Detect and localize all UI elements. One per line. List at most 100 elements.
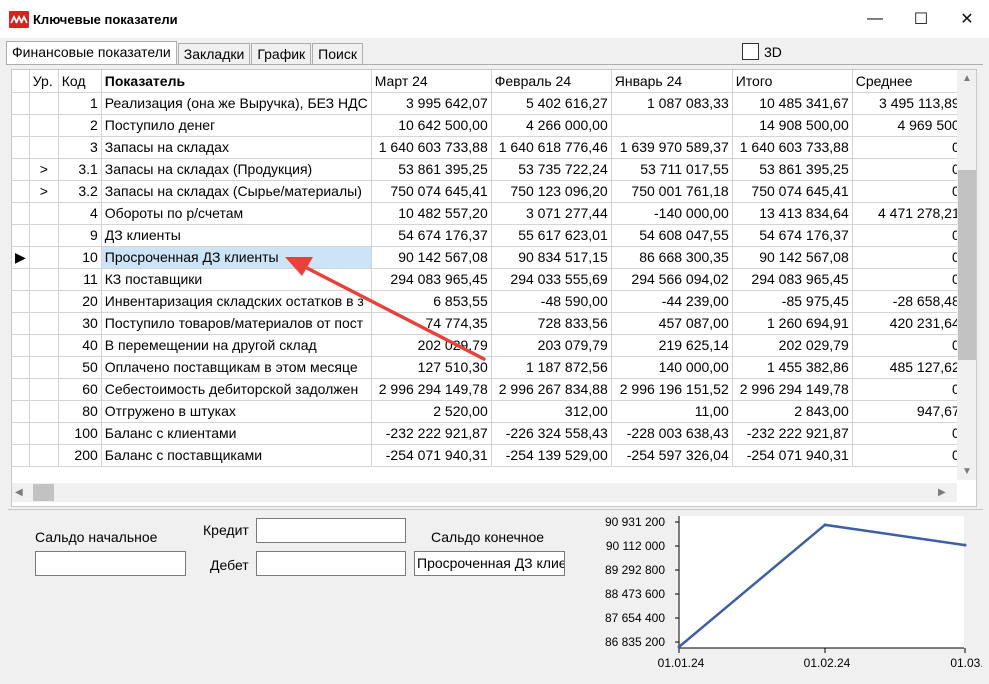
indicator-name-cell[interactable]: Поступило денег	[101, 114, 372, 137]
table-row[interactable]: >3.1 Запасы на складах (Продукция) 53 861 …	[12, 158, 964, 181]
scroll-up-icon[interactable]: ▲	[962, 73, 972, 84]
january-value-cell[interactable]	[611, 114, 733, 137]
march-value-cell[interactable]: 2 996 294 149,78	[371, 378, 492, 401]
indicator-name-cell[interactable]: Просроченная ДЗ клиенты	[101, 246, 372, 269]
total-value-cell[interactable]: 10 485 341,67	[732, 92, 853, 115]
code-cell[interactable]: 10	[58, 246, 102, 269]
total-value-cell[interactable]: 54 674 176,37	[732, 224, 853, 247]
table-row[interactable]: 2 Поступило денег 10 642 500,00 4 266 000,0…	[12, 114, 964, 137]
march-value-cell[interactable]: 54 674 176,37	[371, 224, 492, 247]
level-cell[interactable]	[29, 400, 59, 423]
average-value-cell[interactable]: 0	[852, 378, 964, 401]
total-value-cell[interactable]: 202 029,79	[732, 334, 853, 357]
level-cell[interactable]	[29, 246, 59, 269]
code-cell[interactable]: 1	[58, 92, 102, 115]
march-value-cell[interactable]: 127 510,30	[371, 356, 492, 379]
march-value-cell[interactable]: 6 853,55	[371, 290, 492, 313]
average-value-cell[interactable]: 0	[852, 158, 964, 181]
february-value-cell[interactable]: 1 187 872,56	[491, 356, 612, 379]
indicator-name-cell[interactable]: Инвентаризация складских остатков в з	[101, 290, 372, 313]
level-cell[interactable]	[29, 202, 59, 225]
table-row[interactable]: 4 Обороты по р/счетам 10 482 557,20 3 071 2…	[12, 202, 964, 225]
february-value-cell[interactable]: 4 266 000,00	[491, 114, 612, 137]
march-value-cell[interactable]: 294 083 965,45	[371, 268, 492, 291]
level-cell[interactable]	[29, 356, 59, 379]
level-cell[interactable]	[29, 136, 59, 159]
code-cell[interactable]: 3.2	[58, 180, 102, 203]
january-value-cell[interactable]: 750 001 761,18	[611, 180, 733, 203]
indicator-name-cell[interactable]: Оплачено поставщикам в этом месяце	[101, 356, 372, 379]
average-value-cell[interactable]: 0	[852, 268, 964, 291]
code-cell[interactable]: 11	[58, 268, 102, 291]
indicator-name-cell[interactable]: Поступило товаров/материалов от пост	[101, 312, 372, 335]
scroll-left-icon[interactable]: ◀	[15, 487, 23, 498]
table-row[interactable]: 40 В перемещении на другой склад 202 029,7…	[12, 334, 964, 357]
total-value-cell[interactable]: -232 222 921,87	[732, 422, 853, 445]
march-value-cell[interactable]: 90 142 567,08	[371, 246, 492, 269]
january-value-cell[interactable]: -44 239,00	[611, 290, 733, 313]
code-cell[interactable]: 60	[58, 378, 102, 401]
indicator-name-cell[interactable]: Себестоимость дебиторской задолжен	[101, 378, 372, 401]
march-value-cell[interactable]: 2 520,00	[371, 400, 492, 423]
february-value-cell[interactable]: 294 033 555,69	[491, 268, 612, 291]
february-value-cell[interactable]: 5 402 616,27	[491, 92, 612, 115]
january-value-cell[interactable]: 457 087,00	[611, 312, 733, 335]
header-total[interactable]: Итого	[732, 70, 853, 93]
february-value-cell[interactable]: 312,00	[491, 400, 612, 423]
saldo-start-field[interactable]	[35, 551, 186, 576]
indicator-name-cell[interactable]: КЗ поставщики	[101, 268, 372, 291]
february-value-cell[interactable]: 1 640 618 776,46	[491, 136, 612, 159]
total-value-cell[interactable]: 1 260 694,91	[732, 312, 853, 335]
total-value-cell[interactable]: 750 074 645,41	[732, 180, 853, 203]
january-value-cell[interactable]: 11,00	[611, 400, 733, 423]
average-value-cell[interactable]: 3 495 113,89	[852, 92, 964, 115]
total-value-cell[interactable]: 1 455 382,86	[732, 356, 853, 379]
table-row[interactable]: 20 Инвентаризация складских остатков в з6…	[12, 290, 964, 313]
tab-bookmarks[interactable]: Закладки	[177, 43, 251, 64]
average-value-cell[interactable]: 0	[852, 180, 964, 203]
level-cell[interactable]	[29, 290, 59, 313]
average-value-cell[interactable]: 0	[852, 444, 964, 467]
total-value-cell[interactable]: 1 640 603 733,88	[732, 136, 853, 159]
header-average[interactable]: Среднее	[852, 70, 964, 93]
level-cell[interactable]: >	[29, 180, 59, 203]
january-value-cell[interactable]: 54 608 047,55	[611, 224, 733, 247]
average-value-cell[interactable]: 4 471 278,21	[852, 202, 964, 225]
indicator-name-cell[interactable]: Запасы на складах (Сырье/материалы)	[101, 180, 372, 203]
average-value-cell[interactable]: 0	[852, 136, 964, 159]
horizontal-scroll-thumb[interactable]	[33, 484, 54, 501]
january-value-cell[interactable]: -254 597 326,04	[611, 444, 733, 467]
average-value-cell[interactable]: 947,67	[852, 400, 964, 423]
january-value-cell[interactable]: -228 003 638,43	[611, 422, 733, 445]
code-cell[interactable]: 50	[58, 356, 102, 379]
total-value-cell[interactable]: 13 413 834,64	[732, 202, 853, 225]
level-cell[interactable]	[29, 268, 59, 291]
scroll-right-icon[interactable]: ▶	[938, 487, 946, 498]
average-value-cell[interactable]: 0	[852, 422, 964, 445]
scroll-down-icon[interactable]: ▼	[962, 466, 972, 477]
january-value-cell[interactable]: 294 566 094,02	[611, 268, 733, 291]
code-cell[interactable]: 100	[58, 422, 102, 445]
level-cell[interactable]	[29, 224, 59, 247]
total-value-cell[interactable]: -85 975,45	[732, 290, 853, 313]
table-row[interactable]: 11 КЗ поставщики 294 083 965,45 294 033 555…	[12, 268, 964, 291]
indicator-name-cell[interactable]: Реализация (она же Выручка), БЕЗ НДС	[101, 92, 372, 115]
february-value-cell[interactable]: 203 079,79	[491, 334, 612, 357]
code-cell[interactable]: 3.1	[58, 158, 102, 181]
average-value-cell[interactable]: 0	[852, 224, 964, 247]
indicator-name-cell[interactable]: В перемещении на другой склад	[101, 334, 372, 357]
level-cell[interactable]	[29, 114, 59, 137]
level-cell[interactable]	[29, 378, 59, 401]
table-row[interactable]: 50 Оплачено поставщикам в этом месяце 127 …	[12, 356, 964, 379]
average-value-cell[interactable]: 4 969 500	[852, 114, 964, 137]
table-row[interactable]: 30 Поступило товаров/материалов от пост 74…	[12, 312, 964, 335]
indicators-grid[interactable]: Ур. Код Показатель Март 24 Февраль 24 Ян…	[11, 69, 977, 507]
header-february[interactable]: Февраль 24	[491, 70, 612, 93]
average-value-cell[interactable]: -28 658,48	[852, 290, 964, 313]
indicator-name-cell[interactable]: Баланс с клиентами	[101, 422, 372, 445]
march-value-cell[interactable]: -254 071 940,31	[371, 444, 492, 467]
march-value-cell[interactable]: -232 222 921,87	[371, 422, 492, 445]
credit-field[interactable]	[256, 518, 406, 543]
total-value-cell[interactable]: 2 843,00	[732, 400, 853, 423]
tab-financial-indicators[interactable]: Финансовые показатели	[6, 41, 177, 65]
